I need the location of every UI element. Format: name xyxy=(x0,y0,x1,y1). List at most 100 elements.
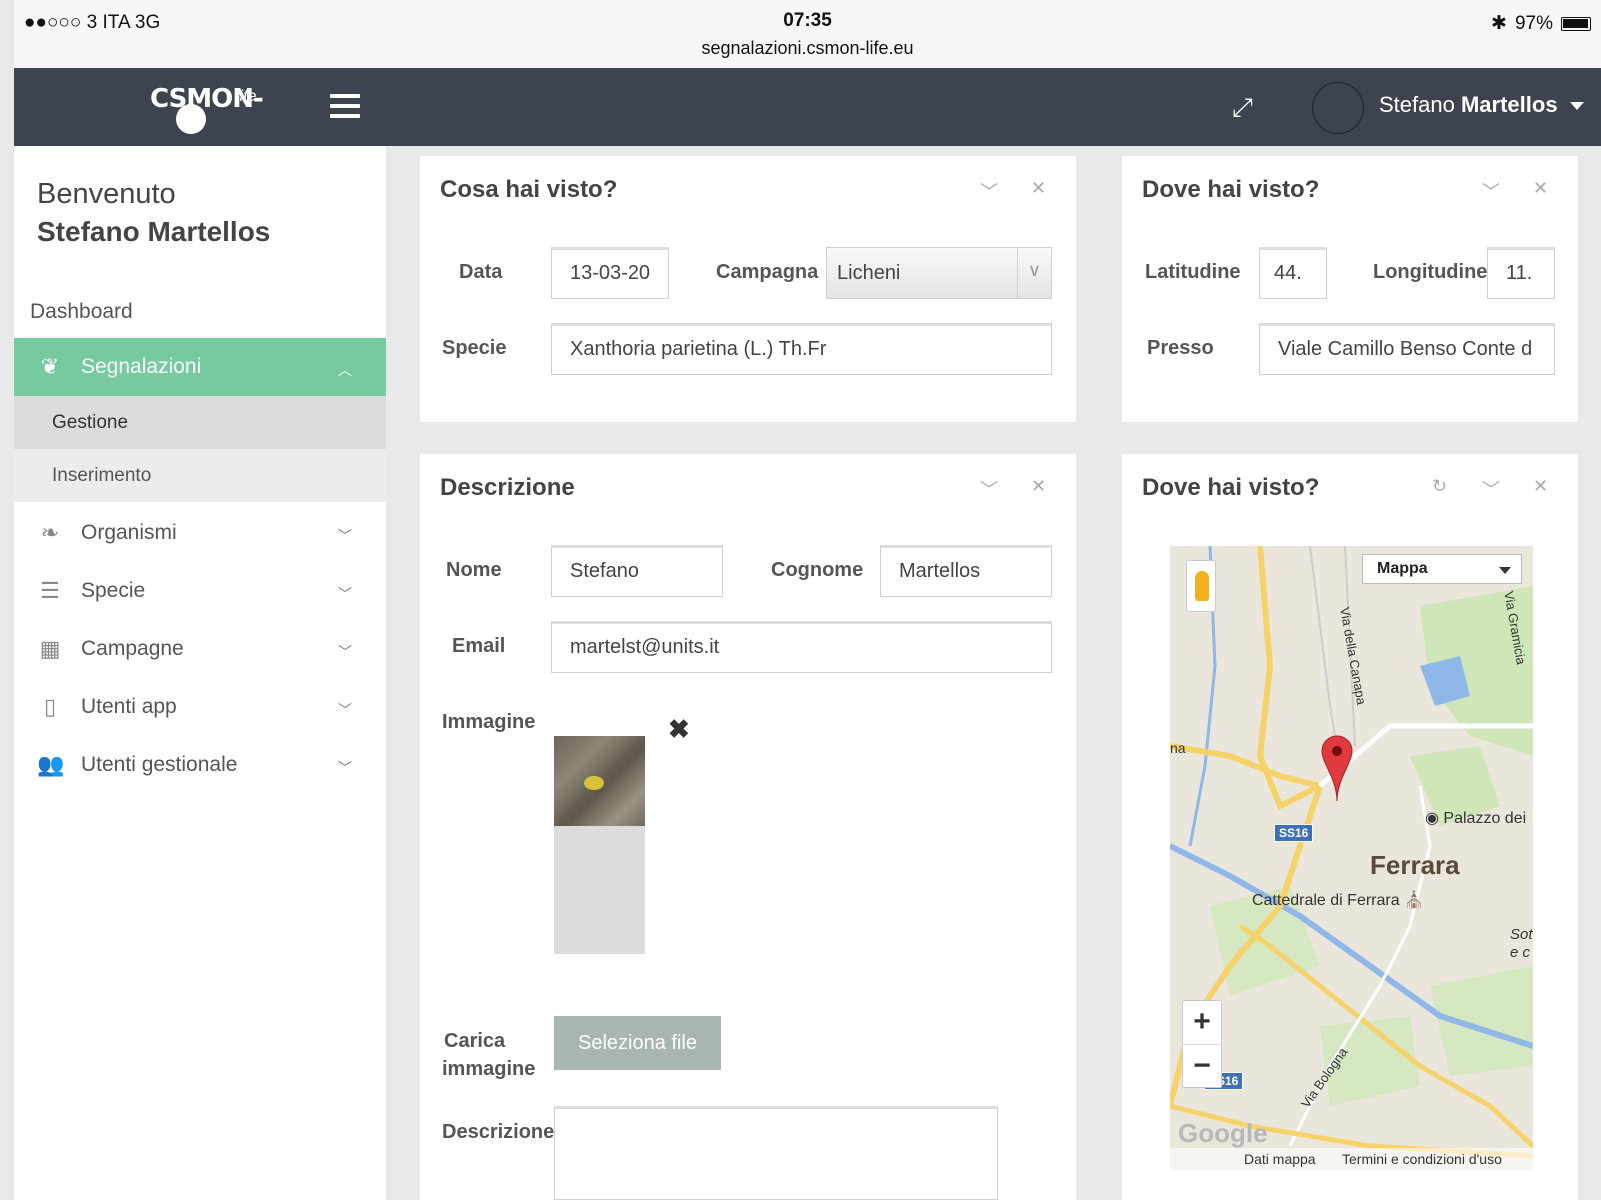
select-arrow-icon: ∨ xyxy=(1017,248,1051,298)
battery-percent: 97% xyxy=(1514,12,1553,34)
street-view-pegman-icon[interactable] xyxy=(1186,560,1216,612)
descrizione-label: Descrizione xyxy=(442,1121,555,1143)
leaf-bug-icon: ❦ xyxy=(40,354,60,379)
fullscreen-icon[interactable]: ⤢ xyxy=(1232,94,1258,120)
sidebar-item-label: Specie xyxy=(81,579,146,602)
collapse-chevron-icon[interactable]: ﹀ xyxy=(980,178,998,204)
mobile-icon: ▯ xyxy=(43,694,57,719)
collapse-chevron-icon[interactable]: ﹀ xyxy=(1482,178,1500,204)
leaf-icon: ❧ xyxy=(40,520,60,545)
sidebar-item-organismi[interactable]: ❧ Organismi ﹀ xyxy=(14,504,386,562)
chevron-down-icon: ﹀ xyxy=(338,586,352,602)
welcome-text: Benvenuto xyxy=(37,178,176,210)
sidebar-item-dashboard[interactable]: Dashboard xyxy=(30,300,133,324)
road-shield: SS16 xyxy=(1274,824,1314,842)
latitudine-field[interactable]: 44. xyxy=(1259,247,1327,299)
zoom-control: + − xyxy=(1182,1000,1222,1088)
sidebar-item-campagne[interactable]: ▦ Campagne ﹀ xyxy=(14,620,386,678)
top-navbar: CSMON- life ⤢ Stefano Martellos xyxy=(14,68,1601,146)
cognome-field[interactable]: Martellos xyxy=(880,545,1052,597)
sidebar-item-utenti-gestionale[interactable]: 👥 Utenti gestionale ﹀ xyxy=(14,736,386,794)
data-field[interactable]: 13-03-20 xyxy=(551,247,669,299)
google-logo: Google xyxy=(1178,1118,1268,1148)
edge-label: Sot xyxy=(1510,926,1533,943)
sidebar-item-label: Utenti app xyxy=(81,695,177,718)
sidebar-subitem-inserimento[interactable]: Inserimento xyxy=(14,449,386,502)
poi-label: ◉ Palazzo dei xyxy=(1425,808,1526,828)
caret-down-icon xyxy=(1569,102,1584,111)
panel-title: Descrizione xyxy=(440,474,575,501)
email-field[interactable]: martelst@units.it xyxy=(551,621,1052,673)
user-last-name: Martellos xyxy=(1460,92,1558,117)
sidebar-subitem-label: Inserimento xyxy=(52,464,152,486)
sidebar-item-utenti-app[interactable]: ▯ Utenti app ﹀ xyxy=(14,678,386,736)
chevron-up-icon: ︿ xyxy=(338,362,352,378)
close-icon[interactable]: ✕ xyxy=(1533,476,1548,497)
panel-title: Dove hai visto? xyxy=(1142,176,1320,203)
map-data-link[interactable]: Dati mappa xyxy=(1244,1151,1316,1167)
user-first-name: Stefano xyxy=(1379,92,1455,117)
campagna-selected-value: Licheni xyxy=(837,262,901,284)
cognome-label: Cognome xyxy=(771,559,864,581)
address-bar-url[interactable]: segnalazioni.csmon-life.eu xyxy=(14,38,1601,59)
zoom-in-button[interactable]: + xyxy=(1183,1001,1221,1045)
chevron-down-icon: ﹀ xyxy=(338,702,352,718)
refresh-icon[interactable]: ↻ xyxy=(1432,476,1447,497)
sidebar-subitem-label: Gestione xyxy=(52,411,129,433)
user-menu[interactable]: Stefano Martellos xyxy=(1379,92,1584,118)
church-icon: ⛪ xyxy=(1404,892,1424,909)
email-label: Email xyxy=(452,635,506,657)
nome-label: Nome xyxy=(446,559,502,581)
collapse-chevron-icon[interactable]: ﹀ xyxy=(1482,476,1500,502)
specie-field[interactable]: Xanthoria parietina (L.) Th.Fr xyxy=(551,323,1052,375)
descrizione-textarea[interactable] xyxy=(554,1106,998,1200)
map-type-select[interactable]: Mappa xyxy=(1362,554,1522,584)
nome-field[interactable]: Stefano xyxy=(551,545,723,597)
campagna-label: Campagna xyxy=(716,261,819,283)
panel-title: Dove hai visto? xyxy=(1142,474,1320,501)
map-terms-link[interactable]: Termini e condizioni d'uso xyxy=(1342,1151,1502,1167)
sidebar-item-segnalazioni[interactable]: ❦ Segnalazioni ︿ xyxy=(14,338,386,396)
collapse-chevron-icon[interactable]: ﹀ xyxy=(980,476,998,502)
seleziona-file-button[interactable]: Seleziona file xyxy=(554,1016,721,1070)
close-icon[interactable]: ✕ xyxy=(1533,178,1548,199)
presso-label: Presso xyxy=(1147,337,1214,359)
remove-image-icon[interactable]: ✖ xyxy=(668,714,690,745)
grid-icon: ▦ xyxy=(39,636,61,661)
poi-label-text: Palazzo dei xyxy=(1443,810,1527,827)
users-icon: 👥 xyxy=(37,752,65,777)
close-icon[interactable]: ✕ xyxy=(1031,178,1046,199)
sidebar-item-label: Utenti gestionale xyxy=(81,753,238,776)
sidebar-item-label: Organismi xyxy=(81,521,177,544)
lichen-photo xyxy=(554,736,645,826)
battery-indicator: ✱ 97% xyxy=(1491,12,1591,35)
longitudine-field[interactable]: 11. xyxy=(1487,247,1555,299)
list-icon: ☰ xyxy=(40,578,60,603)
poi-marker-icon: ◉ xyxy=(1425,810,1439,827)
sidebar-subitem-gestione[interactable]: Gestione xyxy=(14,396,386,449)
poi-label: Cattedrale di Ferrara ⛪ xyxy=(1252,890,1424,910)
longitudine-label: Longitudine xyxy=(1373,261,1488,283)
poi-label-text: Cattedrale di Ferrara xyxy=(1252,892,1400,909)
sidebar-item-specie[interactable]: ☰ Specie ﹀ xyxy=(14,562,386,620)
sidebar: Benvenuto Stefano Martellos Dashboard ❦ … xyxy=(14,146,386,1200)
data-label: Data xyxy=(459,261,503,283)
dropdown-triangle-icon xyxy=(1499,567,1511,574)
image-thumbnail[interactable] xyxy=(554,736,645,954)
bluetooth-icon: ✱ xyxy=(1491,13,1507,34)
map-canvas[interactable]: Mappa Via della Canapa Via Gramicia na ◉… xyxy=(1170,546,1533,1170)
zoom-out-button[interactable]: − xyxy=(1183,1045,1221,1089)
csmon-life-logo[interactable]: CSMON- life xyxy=(136,78,276,138)
menu-toggle-icon[interactable] xyxy=(330,94,360,118)
close-icon[interactable]: ✕ xyxy=(1031,476,1046,497)
clock: 07:35 xyxy=(783,10,832,31)
logo-subtext: life xyxy=(236,88,257,105)
battery-icon xyxy=(1561,16,1591,31)
logo-dot xyxy=(176,104,206,134)
sidebar-item-label: Segnalazioni xyxy=(81,355,202,378)
presso-field[interactable]: Viale Camillo Benso Conte d xyxy=(1259,323,1555,375)
panel-title: Cosa hai visto? xyxy=(440,176,618,203)
avatar[interactable] xyxy=(1312,82,1364,134)
carica-label-2: immagine xyxy=(442,1058,536,1080)
campagna-select[interactable]: Licheni ∨ xyxy=(826,247,1052,299)
